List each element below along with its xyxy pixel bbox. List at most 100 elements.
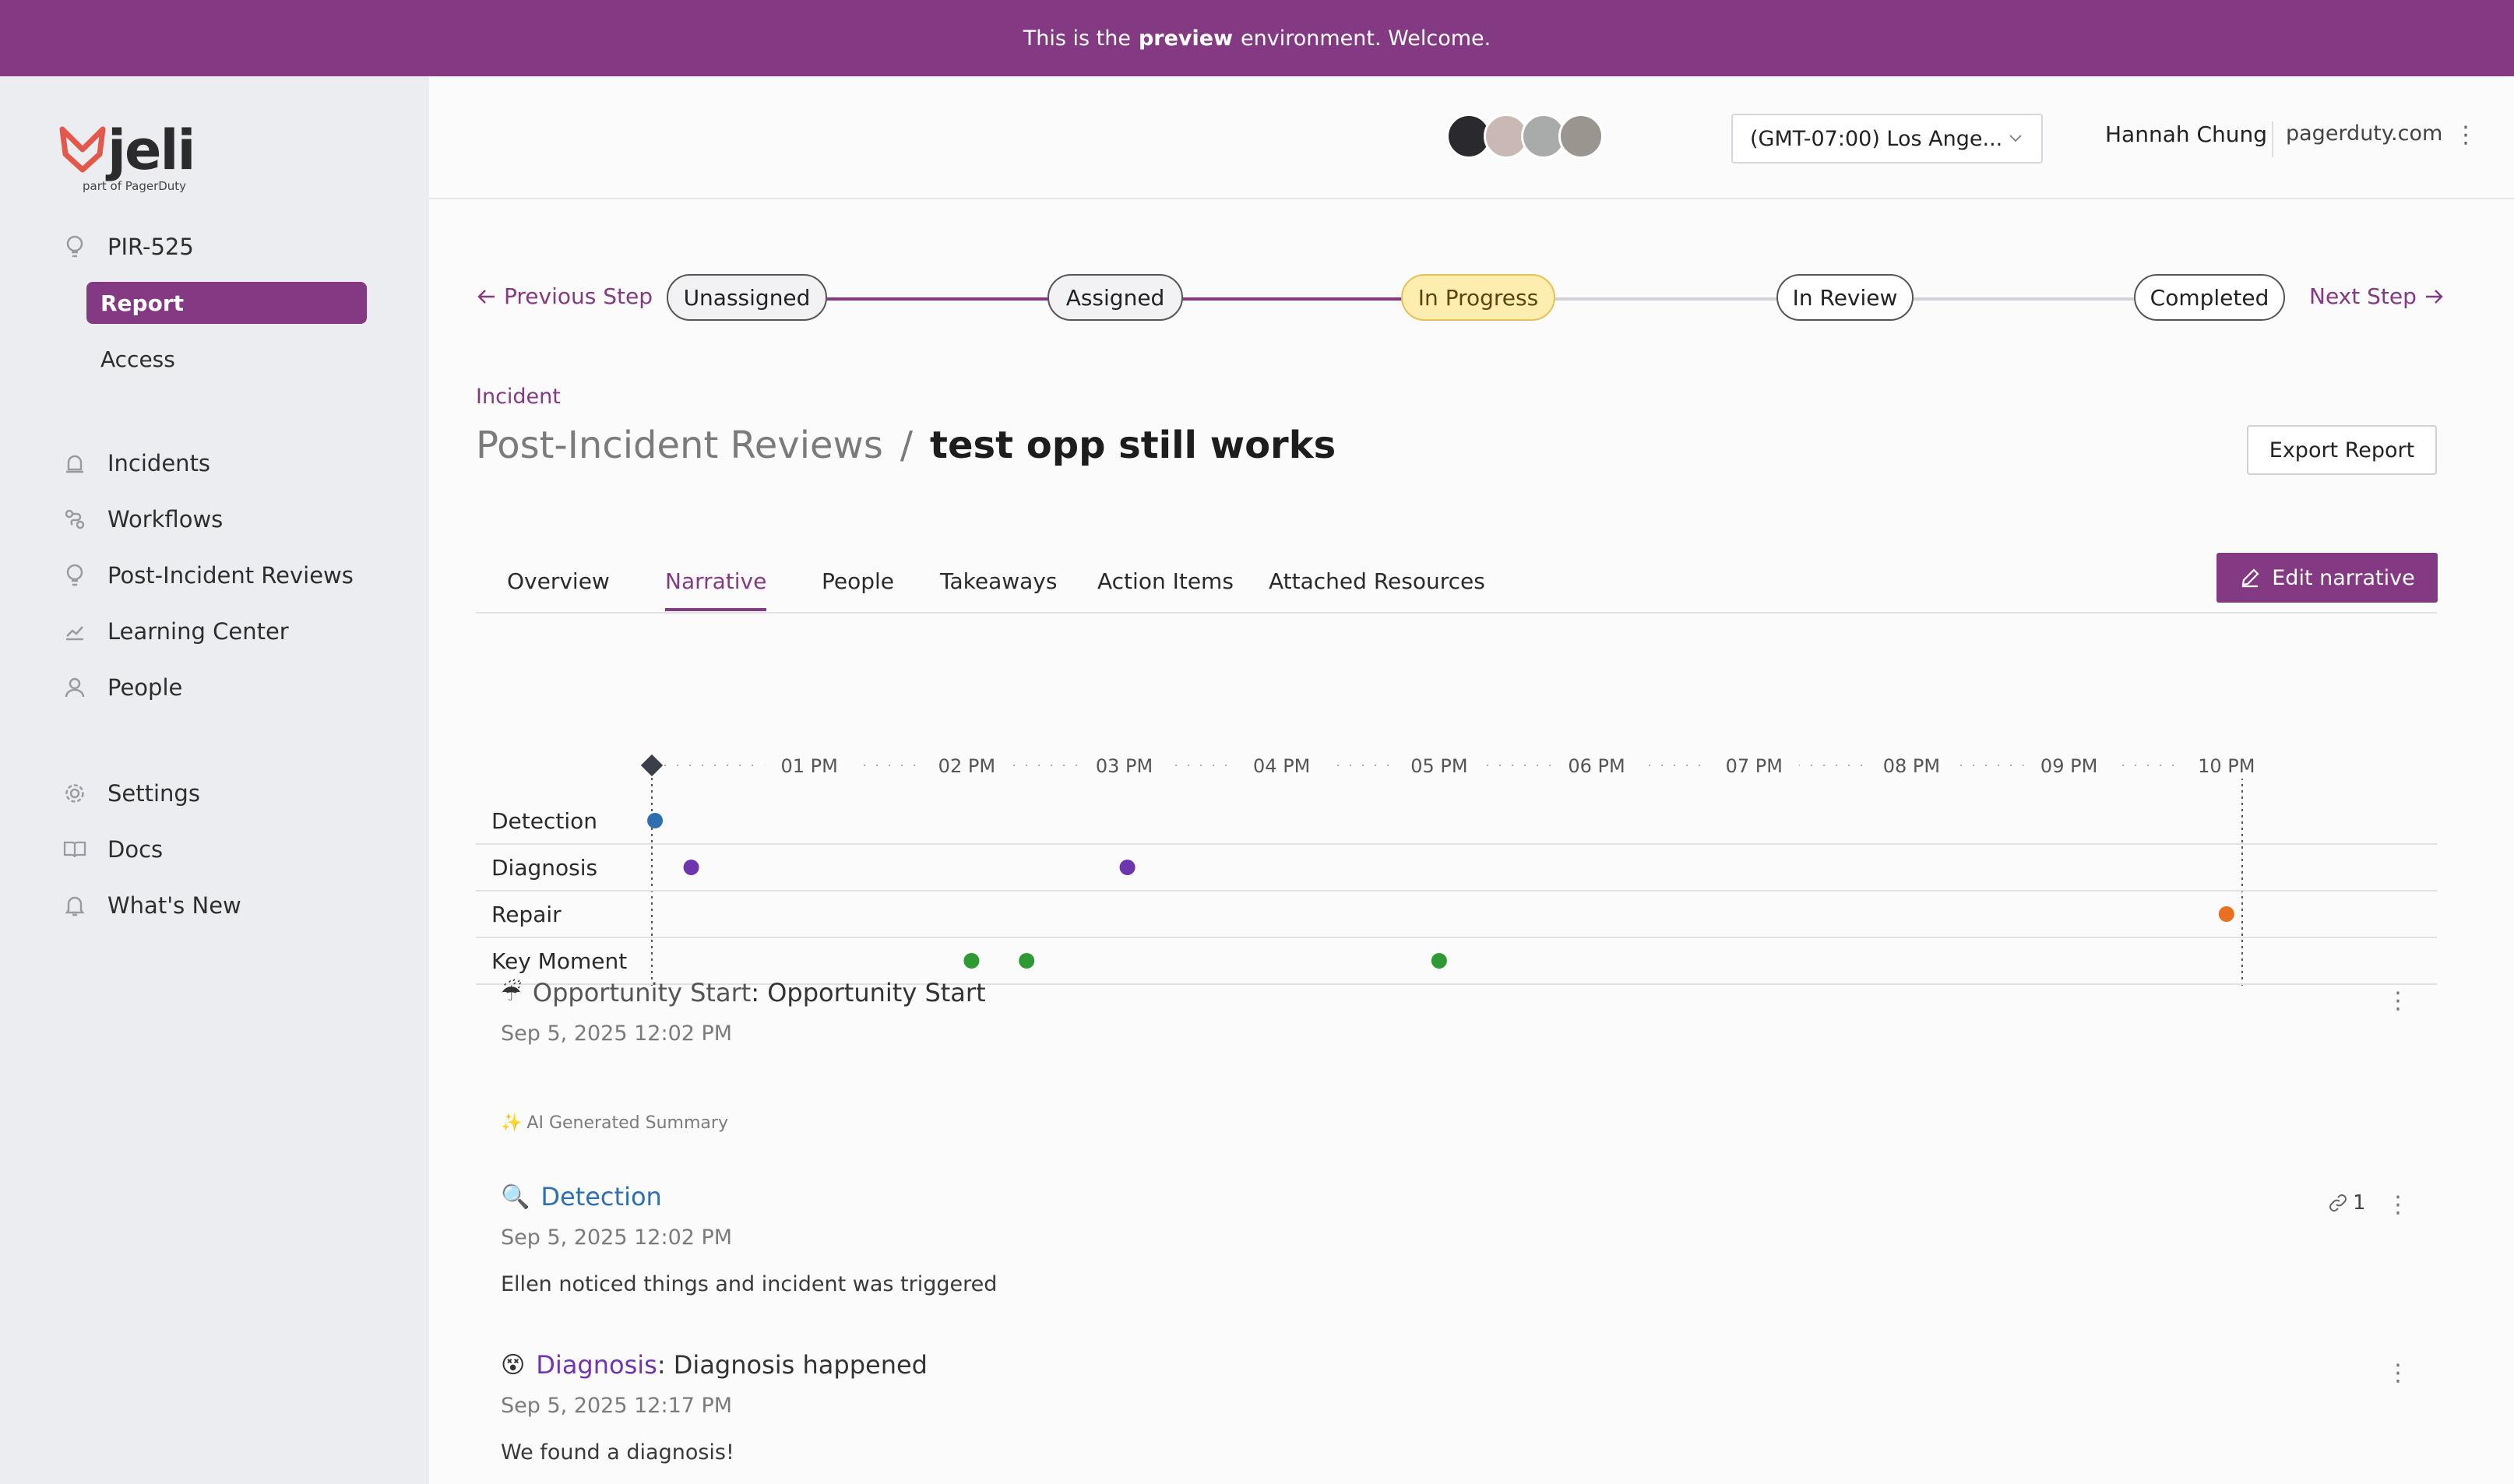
gear-icon (61, 779, 89, 807)
entry-body: We found a diagnosis! (501, 1440, 734, 1465)
entry-kind[interactable]: Diagnosis (536, 1350, 657, 1380)
tab-overview[interactable]: Overview (507, 568, 610, 608)
edit-narrative-button[interactable]: Edit narrative (2216, 553, 2438, 603)
sidebar-item-workflows[interactable]: Workflows (61, 498, 223, 540)
sidebar-item-learning-center[interactable]: Learning Center (61, 610, 289, 652)
entry-detection[interactable]: 🔍 Detection (501, 1182, 662, 1211)
more-menu-icon[interactable]: ⋮ (2454, 121, 2477, 149)
timezone-select[interactable]: (GMT-07:00) Los Ange... (1731, 114, 2043, 164)
logo-tagline: part of PagerDuty (83, 179, 187, 193)
lightbulb-icon (61, 233, 89, 261)
user-name[interactable]: Hannah Chung (2105, 121, 2267, 147)
sidebar-label: Workflows (107, 506, 224, 533)
next-step-label: Next Step (2309, 283, 2417, 309)
entry-menu-icon[interactable]: ⋮ (2386, 987, 2410, 1015)
timeline-event-dot (1019, 953, 1035, 969)
tick-label: 01 PM (780, 755, 837, 777)
next-step-button[interactable]: Next Step (2309, 283, 2445, 309)
sidebar-item-docs[interactable]: Docs (61, 828, 163, 870)
sidebar-label: Post-Incident Reviews (107, 562, 354, 589)
edit-narrative-label: Edit narrative (2272, 565, 2415, 590)
sparkle-icon: ✨ (501, 1113, 523, 1133)
entry-kind: Opportunity Start (532, 978, 752, 1008)
sidebar-item-incidents[interactable]: Incidents (61, 442, 210, 484)
previous-step-label: Previous Step (504, 283, 653, 309)
previous-step-button[interactable]: Previous Step (476, 283, 653, 309)
sidebar-label: Settings (107, 780, 200, 807)
timeline-event-dot (683, 860, 699, 875)
sidebar-label: Docs (107, 836, 164, 863)
entry-date: Sep 5, 2025 12:17 PM (501, 1394, 733, 1418)
magnifier-icon: 🔍 (501, 1183, 530, 1211)
sidebar-item-report[interactable]: Report (86, 282, 367, 324)
tick-label: 05 PM (1410, 755, 1467, 777)
tick-label: 08 PM (1883, 755, 1940, 777)
sidebar-label: Incidents (107, 450, 211, 476)
sidebar-item-post-incident-reviews[interactable]: Post-Incident Reviews (61, 554, 354, 596)
banner-bold: preview (1138, 26, 1234, 51)
step-completed[interactable]: Completed (2134, 274, 2285, 321)
sidebar-item-settings[interactable]: Settings (61, 772, 200, 814)
entry-menu-icon[interactable]: ⋮ (2386, 1191, 2410, 1218)
entry-date: Sep 5, 2025 12:02 PM (501, 1226, 733, 1250)
export-report-button[interactable]: Export Report (2247, 425, 2437, 475)
timeline-event-dot (647, 813, 664, 828)
step-in-progress[interactable]: In Progress (1401, 274, 1555, 321)
tab-narrative[interactable]: Narrative (665, 568, 767, 611)
tab-people[interactable]: People (822, 568, 894, 608)
timeline-event-dot (2218, 906, 2234, 922)
tick-label: 02 PM (938, 755, 995, 777)
tab-attached-resources[interactable]: Attached Resources (1269, 568, 1485, 608)
entry-kind[interactable]: Detection (540, 1182, 661, 1211)
chevron-down-icon (2007, 128, 2024, 152)
pencil-icon (2241, 568, 2259, 588)
logo-wordmark: jeli (107, 118, 195, 182)
avatar[interactable] (1558, 114, 1604, 159)
divider (2272, 121, 2273, 157)
tick-label: 09 PM (2040, 755, 2097, 777)
breadcrumb[interactable]: Incident (476, 385, 561, 409)
sidebar-item-access[interactable]: Access (86, 338, 367, 380)
jeli-mark-icon (59, 126, 106, 173)
tick-label: 03 PM (1096, 755, 1153, 777)
top-bar: (GMT-07:00) Los Ange... Hannah Chung pag… (429, 76, 2514, 199)
tab-bar: Overview Narrative People Takeaways Acti… (476, 553, 2437, 614)
banner-text: This is the (1023, 26, 1131, 51)
link-icon (2329, 1194, 2347, 1211)
preview-banner: This is the preview environment. Welcome… (0, 0, 2514, 76)
ai-summary-label: AI Generated Summary (526, 1113, 728, 1133)
step-unassigned[interactable]: Unassigned (667, 274, 827, 321)
step-assigned[interactable]: Assigned (1048, 274, 1183, 321)
pir-id-label: PIR-525 (107, 234, 194, 260)
org-domain: pagerduty.com (2286, 121, 2443, 146)
entry-opportunity-start[interactable]: ☔ Opportunity Start: Opportunity Start (501, 978, 986, 1008)
dizzy-face-icon: 😵 (501, 1351, 526, 1379)
sidebar-pir-id[interactable]: PIR-525 (61, 226, 194, 268)
main-content: (GMT-07:00) Los Ange... Hannah Chung pag… (429, 76, 2514, 1484)
ai-generated-summary: ✨ AI Generated Summary (501, 1113, 728, 1133)
title-parent-link[interactable]: Post-Incident Reviews (476, 424, 883, 467)
sidebar-item-whats-new[interactable]: What's New (61, 884, 241, 927)
book-icon (61, 835, 89, 863)
tick-label: 07 PM (1726, 755, 1783, 777)
entry-link-count[interactable]: 1 (2328, 1191, 2366, 1215)
arrow-right-icon (2425, 289, 2443, 304)
jeli-logo[interactable]: jeli part of PagerDuty (59, 118, 207, 201)
entry-date: Sep 5, 2025 12:02 PM (501, 1022, 733, 1046)
tick-label: 04 PM (1253, 755, 1310, 777)
chart-line-icon (61, 617, 89, 645)
page-title: Post-Incident Reviews / test opp still w… (476, 424, 1336, 467)
lightbulb-icon (61, 561, 89, 589)
timeline-row-label: Key Moment (491, 948, 627, 974)
tick-label: 06 PM (1568, 755, 1625, 777)
participant-avatars[interactable] (1446, 114, 1604, 159)
timezone-value: (GMT-07:00) Los Ange... (1750, 126, 2003, 151)
entry-diagnosis[interactable]: 😵 Diagnosis: Diagnosis happened (501, 1350, 928, 1380)
tick-label: 10 PM (2198, 755, 2255, 777)
timeline-event-dot (1119, 860, 1136, 875)
entry-menu-icon[interactable]: ⋮ (2386, 1359, 2410, 1387)
sidebar-item-people[interactable]: People (61, 666, 182, 709)
tab-takeaways[interactable]: Takeaways (940, 568, 1057, 608)
tab-action-items[interactable]: Action Items (1097, 568, 1234, 608)
step-in-review[interactable]: In Review (1776, 274, 1914, 321)
